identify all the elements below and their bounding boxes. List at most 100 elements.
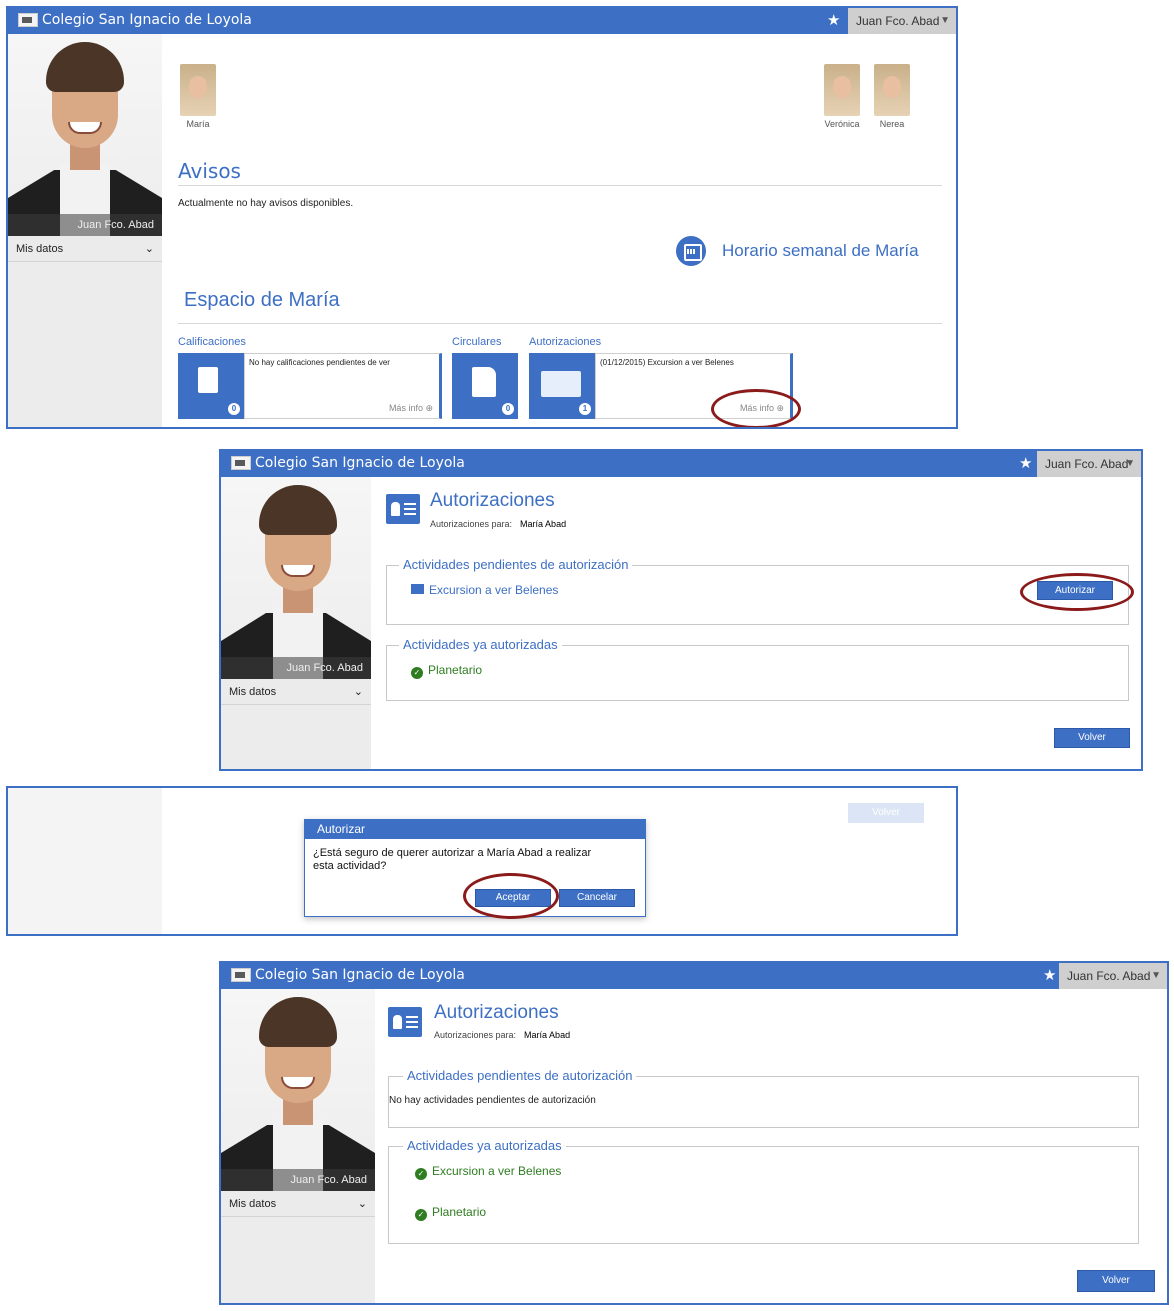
pending-legend: Actividades pendientes de autorización bbox=[403, 1068, 637, 1083]
chevron-down-icon: ▼ bbox=[1125, 458, 1135, 469]
authorize-button[interactable]: Autorizar bbox=[1037, 581, 1113, 600]
app-title: Colegio San Ignacio de Loyola bbox=[255, 455, 465, 471]
child-name: Verónica bbox=[824, 119, 860, 129]
authorized-activity: ✓ Planetario bbox=[411, 663, 482, 679]
star-icon[interactable]: ★ bbox=[1019, 455, 1032, 472]
child-selected[interactable]: María bbox=[178, 64, 218, 129]
mis-datos-label: Mis datos bbox=[229, 686, 277, 698]
cancel-button[interactable]: Cancelar bbox=[559, 889, 635, 907]
back-button: Volver bbox=[848, 803, 924, 823]
divider bbox=[178, 185, 942, 186]
dialog-message: ¿Está seguro de querer autorizar a María… bbox=[313, 847, 592, 872]
authorized-activity: ✓ Excursion a ver Belenes bbox=[415, 1164, 561, 1180]
check-circle-icon: ✓ bbox=[415, 1168, 427, 1180]
authorization-icon bbox=[386, 494, 420, 524]
child-photo bbox=[824, 64, 860, 116]
top-bar: Colegio San Ignacio de Loyola ★ Juan Fco… bbox=[8, 8, 956, 34]
student-name: María Abad bbox=[524, 1030, 571, 1040]
chevron-down-icon: ▼ bbox=[1151, 970, 1161, 981]
photo-caption: Juan Fco. Abad bbox=[8, 214, 162, 236]
pending-legend: Actividades pendientes de autorización bbox=[399, 557, 633, 572]
autorizaciones-tile-icon[interactable]: 1 bbox=[529, 353, 595, 419]
authorized-activity: ✓ Planetario bbox=[415, 1205, 486, 1221]
user-photo: Juan Fco. Abad bbox=[221, 989, 375, 1191]
more-info-link[interactable]: Más info ⊕ bbox=[389, 403, 433, 414]
child-name: María bbox=[186, 119, 210, 129]
mis-datos-menu[interactable]: Mis datos ⌄ bbox=[221, 679, 371, 705]
authorized-legend: Actividades ya autorizadas bbox=[403, 1138, 566, 1153]
child-name: Nerea bbox=[879, 119, 905, 129]
check-circle-icon: ✓ bbox=[415, 1209, 427, 1221]
chevron-down-icon: ⌄ bbox=[357, 1198, 367, 1210]
espacio-heading: Espacio de María bbox=[184, 289, 340, 311]
avisos-empty-text: Actualmente no hay avisos disponibles. bbox=[178, 198, 354, 209]
autorizaciones-updated-panel: Colegio San Ignacio de Loyola ★ Juan Fco… bbox=[219, 961, 1169, 1305]
page-title: Autorizaciones bbox=[434, 1002, 559, 1023]
authorized-fieldset bbox=[386, 645, 1129, 701]
sidebar: Juan Fco. Abad Mis datos ⌄ bbox=[8, 34, 162, 427]
more-info-link[interactable]: Más info ⊕ bbox=[740, 403, 784, 414]
sidebar: Juan Fco. Abad Mis datos ⌄ bbox=[221, 477, 371, 769]
child-photo bbox=[180, 64, 216, 116]
photo-caption: Juan Fco. Abad bbox=[221, 657, 371, 679]
star-icon[interactable]: ★ bbox=[827, 12, 840, 29]
count-badge: 0 bbox=[502, 403, 514, 415]
calificaciones-tile[interactable]: No hay calificaciones pendientes de ver … bbox=[244, 353, 442, 419]
sidebar: Juan Fco. Abad Mis datos ⌄ bbox=[221, 989, 375, 1303]
student-name: María Abad bbox=[520, 519, 567, 529]
calendar-icon[interactable] bbox=[676, 236, 706, 266]
divider bbox=[178, 323, 942, 324]
user-menu[interactable]: Juan Fco. Abad ▼ bbox=[848, 8, 956, 34]
top-bar: Colegio San Ignacio de Loyola ★ Juan Fco… bbox=[221, 963, 1167, 989]
mis-datos-menu[interactable]: Mis datos ⌄ bbox=[8, 236, 162, 262]
tile-label-autorizaciones[interactable]: Autorizaciones bbox=[529, 336, 601, 348]
tile-label-calificaciones[interactable]: Calificaciones bbox=[178, 336, 246, 348]
id-card-icon bbox=[411, 584, 424, 594]
check-circle-icon: ✓ bbox=[411, 667, 423, 679]
pending-activity[interactable]: Excursion a ver Belenes bbox=[411, 583, 558, 597]
calificaciones-tile-icon[interactable]: 0 bbox=[178, 353, 244, 419]
pending-empty-text: No hay actividades pendientes de autoriz… bbox=[389, 1095, 596, 1106]
app-title: Colegio San Ignacio de Loyola bbox=[42, 12, 252, 28]
user-menu[interactable]: Juan Fco. Abad ▼ bbox=[1059, 963, 1167, 989]
avisos-heading: Avisos bbox=[178, 159, 241, 183]
tile-text: No hay calificaciones pendientes de ver bbox=[249, 358, 390, 367]
user-photo: Juan Fco. Abad bbox=[221, 477, 371, 679]
tile-label-circulares[interactable]: Circulares bbox=[452, 336, 502, 348]
report-icon bbox=[198, 367, 218, 393]
back-button[interactable]: Volver bbox=[1077, 1270, 1155, 1292]
chevron-down-icon: ⌄ bbox=[144, 243, 154, 255]
school-logo-icon bbox=[231, 456, 251, 470]
chevron-down-icon: ▼ bbox=[940, 15, 950, 26]
document-icon bbox=[472, 367, 496, 397]
horario-link[interactable]: Horario semanal de María bbox=[722, 241, 919, 261]
user-menu[interactable]: Juan Fco. Abad ▼ bbox=[1037, 451, 1141, 477]
confirm-dialog: Autorizar ¿Está seguro de querer autoriz… bbox=[304, 819, 646, 917]
star-icon[interactable]: ★ bbox=[1043, 967, 1056, 984]
authorization-icon bbox=[388, 1007, 422, 1037]
circulares-tile-icon[interactable]: 0 bbox=[452, 353, 518, 419]
school-logo-icon bbox=[231, 968, 251, 982]
sidebar-faded bbox=[8, 788, 162, 934]
authorizations-for: Autorizaciones para: María Abad bbox=[430, 519, 567, 529]
authorized-fieldset bbox=[388, 1146, 1139, 1244]
confirm-dialog-panel: Volver Autorizar ¿Está seguro de querer … bbox=[6, 786, 958, 936]
mis-datos-label: Mis datos bbox=[229, 1198, 277, 1210]
child-option[interactable]: Verónica bbox=[820, 64, 864, 129]
count-badge: 1 bbox=[579, 403, 591, 415]
mis-datos-menu[interactable]: Mis datos ⌄ bbox=[221, 1191, 375, 1217]
user-photo: Juan Fco. Abad bbox=[8, 34, 162, 236]
photo-caption: Juan Fco. Abad bbox=[221, 1169, 375, 1191]
child-photo bbox=[874, 64, 910, 116]
top-bar: Colegio San Ignacio de Loyola ★ Juan Fco… bbox=[221, 451, 1141, 477]
mis-datos-label: Mis datos bbox=[16, 243, 64, 255]
child-option[interactable]: Nerea bbox=[872, 64, 912, 129]
autorizaciones-tile[interactable]: (01/12/2015) Excursion a ver Belenes Más… bbox=[595, 353, 793, 419]
back-button[interactable]: Volver bbox=[1054, 728, 1130, 748]
chevron-down-icon: ⌄ bbox=[353, 686, 363, 698]
authorized-legend: Actividades ya autorizadas bbox=[399, 637, 562, 652]
authorizations-for: Autorizaciones para: María Abad bbox=[434, 1030, 571, 1040]
tile-text: (01/12/2015) Excursion a ver Belenes bbox=[600, 358, 734, 367]
user-name: Juan Fco. Abad bbox=[1067, 969, 1151, 983]
accept-button[interactable]: Aceptar bbox=[475, 889, 551, 907]
